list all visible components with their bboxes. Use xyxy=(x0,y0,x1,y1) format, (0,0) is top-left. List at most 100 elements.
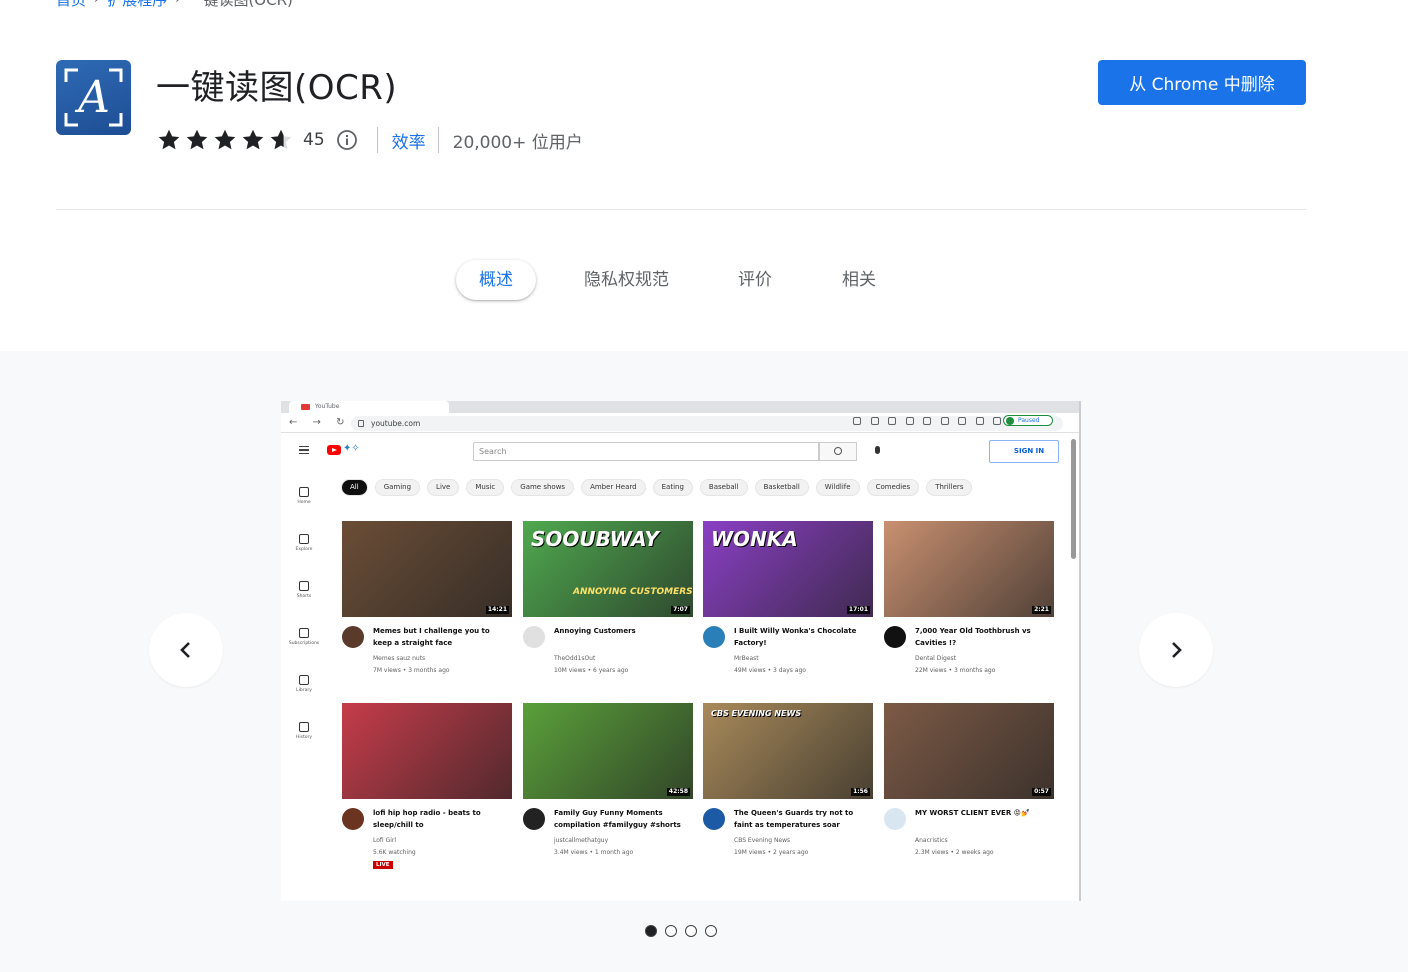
header-divider xyxy=(56,209,1306,210)
thumbnail-text: ANNOYING CUSTOMERS xyxy=(573,587,693,597)
video-duration: 14:21 xyxy=(485,606,509,614)
gallery-prev-button[interactable] xyxy=(149,613,223,687)
channel-avatar xyxy=(884,626,906,648)
youtube-chip-bar: All Gaming Live Music Game shows Amber Heard E… xyxy=(341,479,973,496)
video-title: I Built Willy Wonka's Chocolate Factory! xyxy=(734,627,857,647)
browser-tab-bar: YouTube xyxy=(281,401,1079,413)
youtube-chip: All xyxy=(341,479,368,496)
search-icon xyxy=(819,442,857,461)
gallery-screenshot[interactable]: YouTube ← → ↻ youtube.com Paused ✦✧ Sear… xyxy=(281,401,1081,901)
divider xyxy=(437,127,439,153)
chevron-right-icon: › xyxy=(175,0,180,7)
youtube-video-card: CBS EVENING NEWS 1:56 The Queen's Guards t… xyxy=(703,703,873,856)
rating-count[interactable]: 45 xyxy=(303,130,325,150)
video-meta: Memes sauz nuts 7M views • 3 months ago xyxy=(373,653,509,677)
video-thumbnail: 0:57 xyxy=(884,703,1054,799)
video-thumbnail: 14:21 xyxy=(342,521,512,617)
browser-url-text: youtube.com xyxy=(371,419,421,428)
star-icon xyxy=(158,129,180,150)
video-meta: CBS Evening News 19M views • 2 years ago xyxy=(734,835,870,859)
sidebar-label: Shorts xyxy=(296,594,312,599)
video-channel: Dental Digest xyxy=(915,655,956,662)
video-stats: 49M views • 3 days ago xyxy=(734,667,806,674)
tab-related[interactable]: 相关 xyxy=(842,260,876,300)
video-thumbnail: WONKA 17:01 xyxy=(703,521,873,617)
video-channel: MrBeast xyxy=(734,655,759,662)
video-duration: 2:21 xyxy=(1032,606,1051,614)
tab-privacy[interactable]: 隐私权规范 xyxy=(584,260,669,300)
gallery-next-button[interactable] xyxy=(1139,613,1213,687)
browser-address-bar: ← → ↻ youtube.com Paused xyxy=(281,413,1079,433)
video-title: Family Guy Funny Moments compilation #fa… xyxy=(554,809,681,829)
youtube-chip: Comedies xyxy=(866,479,920,496)
youtube-chip: Music xyxy=(466,479,505,496)
youtube-sign-in: SIGN IN xyxy=(989,440,1059,463)
category-link[interactable]: 效率 xyxy=(392,128,426,153)
youtube-sidebar-item: Shorts xyxy=(281,581,327,599)
video-title: 7,000 Year Old Toothbrush vs Cavities !? xyxy=(915,627,1031,647)
user-count: 20,000+ 位用户 xyxy=(452,132,583,153)
video-meta: Anacristics 2.3M views • 2 weeks ago xyxy=(915,835,1051,859)
tab-overview[interactable]: 概述 xyxy=(456,260,536,300)
sidebar-label: Explore xyxy=(295,547,313,552)
thumbnail-text: CBS EVENING NEWS xyxy=(711,709,802,718)
channel-avatar xyxy=(523,626,545,648)
remove-from-chrome-button[interactable]: 从 Chrome 中删除 xyxy=(1098,60,1306,105)
youtube-sidebar: Home Explore Shorts Subscriptions Library His… xyxy=(281,471,327,901)
browser-tab: YouTube xyxy=(289,401,449,413)
channel-avatar xyxy=(342,626,364,648)
youtube-sidebar-item: Subscriptions xyxy=(281,628,327,646)
video-channel: Lofi Girl xyxy=(373,837,397,844)
gallery-dot[interactable] xyxy=(665,925,677,937)
mic-icon xyxy=(875,446,880,454)
video-meta: MrBeast 49M views • 3 days ago xyxy=(734,653,870,677)
sidebar-icon xyxy=(299,534,309,544)
youtube-video-card: 0:57 MY WORST CLIENT EVER 😡💅 Anacristics 2.… xyxy=(884,703,1054,856)
sidebar-icon xyxy=(299,581,309,591)
youtube-chip: Baseball xyxy=(699,479,748,496)
app-title: 一键读图(OCR) xyxy=(156,68,398,108)
video-meta: Lofi Girl 5.6K watching LIVE xyxy=(373,835,509,871)
youtube-video-card: 2:21 7,000 Year Old Toothbrush vs Cavitie… xyxy=(884,521,1054,674)
gallery-dots xyxy=(645,925,717,937)
video-title: Annoying Customers xyxy=(554,627,636,635)
gallery-dot[interactable] xyxy=(685,925,697,937)
browser-tab-title: YouTube xyxy=(315,403,340,410)
video-thumbnail: SOOUBWAY ANNOYING CUSTOMERS 7:07 xyxy=(523,521,693,617)
video-title: lofi hip hop radio - beats to sleep/chil… xyxy=(373,809,481,829)
gallery-dot[interactable] xyxy=(705,925,717,937)
youtube-sidebar-item: Explore xyxy=(281,534,327,552)
youtube-video-card: lofi hip hop radio - beats to sleep/chil… xyxy=(342,703,512,869)
scrollbar xyxy=(1071,439,1076,559)
breadcrumb: 首页 › 扩展程序 › 一键读图(OCR) xyxy=(56,0,293,10)
youtube-chip: Gaming xyxy=(374,479,421,496)
breadcrumb-home-link[interactable]: 首页 xyxy=(56,0,86,10)
video-meta: Dental Digest 22M views • 3 months ago xyxy=(915,653,1051,677)
chevron-right-icon: › xyxy=(94,0,99,7)
youtube-video-card: 42:58 Family Guy Funny Moments compilatio… xyxy=(523,703,693,856)
paused-profile-chip: Paused xyxy=(1003,415,1053,426)
youtube-favicon xyxy=(301,404,310,410)
info-icon[interactable] xyxy=(335,128,359,152)
youtube-logo-icon xyxy=(327,445,341,455)
sidebar-label: Home xyxy=(297,500,311,505)
gallery-dot[interactable] xyxy=(645,925,657,937)
video-channel: Anacristics xyxy=(915,837,948,844)
youtube-sidebar-item: History xyxy=(281,722,327,740)
menu-icon xyxy=(299,446,309,454)
tab-reviews[interactable]: 评价 xyxy=(738,260,772,300)
sidebar-icon xyxy=(299,628,309,638)
tab-bar: 概述 隐私权规范 评价 相关 xyxy=(456,260,876,300)
youtube-chip: Basketball xyxy=(754,479,809,496)
chevron-right-icon xyxy=(1172,642,1182,658)
browser-nav-icons: ← → ↻ xyxy=(289,417,351,428)
youtube-chip: Thrillers xyxy=(926,479,973,496)
video-channel: justcallmethatguy xyxy=(554,837,609,844)
video-channel: Memes sauz nuts xyxy=(373,655,426,662)
video-stats: 22M views • 3 months ago xyxy=(915,667,996,674)
video-thumbnail xyxy=(342,703,512,799)
breadcrumb-extensions-link[interactable]: 扩展程序 xyxy=(107,0,167,10)
youtube-chip: Game shows xyxy=(511,479,575,496)
channel-avatar xyxy=(523,808,545,830)
youtube-video-card: WONKA 17:01 I Built Willy Wonka's Chocolat… xyxy=(703,521,873,674)
